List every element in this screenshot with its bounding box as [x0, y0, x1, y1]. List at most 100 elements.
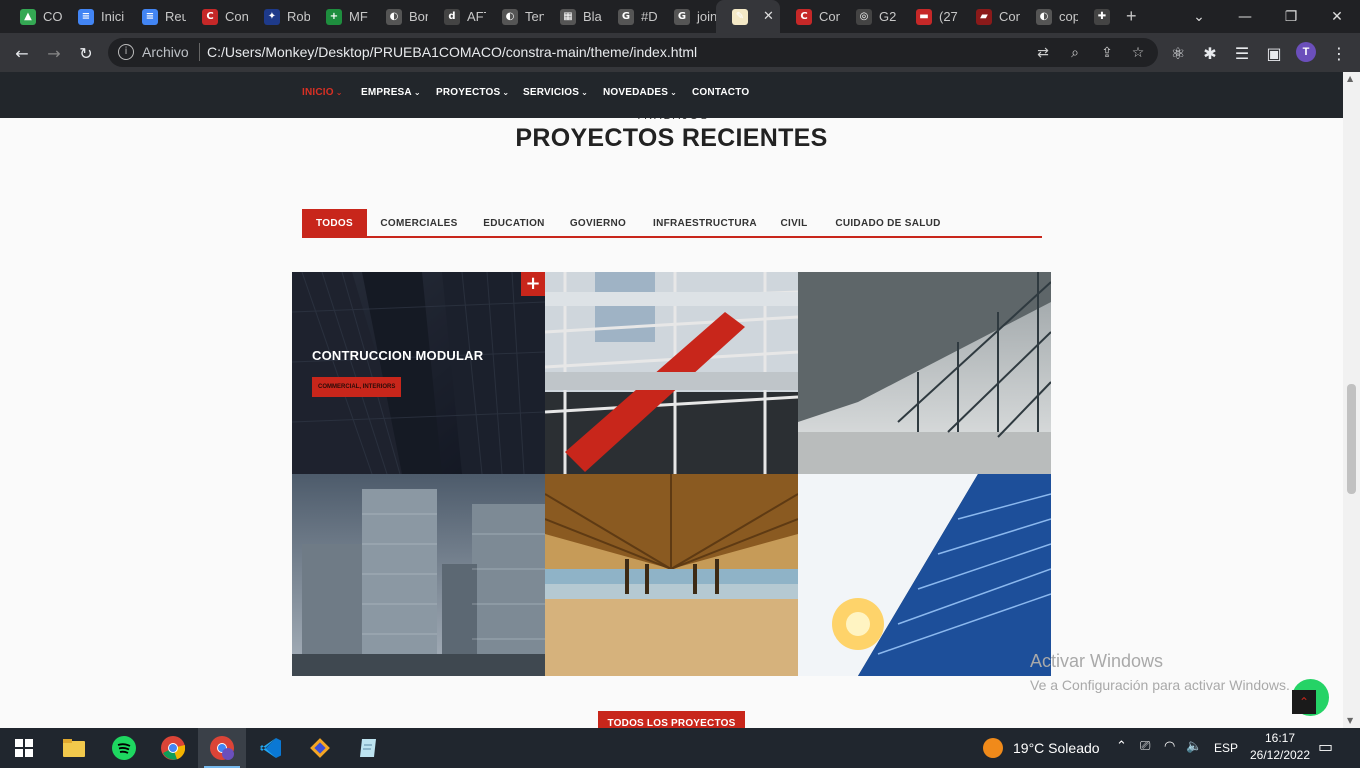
minimize-button[interactable]: ⌄ — [1176, 0, 1222, 33]
browser-tab[interactable]: ◐ cop — [1020, 0, 1078, 33]
folder-icon — [63, 739, 85, 757]
browser-tab[interactable]: ≡ Inici — [62, 0, 126, 33]
scroll-up-icon[interactable]: ▲ — [1347, 74, 1353, 83]
reload-icon: ↻ — [79, 43, 93, 63]
clock-time[interactable]: 16:17 — [1252, 731, 1308, 745]
media-controls-button[interactable]: ☰ — [1228, 39, 1256, 67]
clock-date[interactable]: 26/12/2022 — [1242, 748, 1318, 762]
volume-icon[interactable]: 🔈 — [1186, 739, 1202, 754]
window-restore-button[interactable]: ❐ — [1268, 0, 1314, 33]
windows-activation-title: Activar Windows — [1030, 651, 1164, 671]
nav-item[interactable]: NOVEDADES ⌄ — [603, 87, 677, 98]
nav-item[interactable]: SERVICIOS ⌄ — [523, 87, 588, 98]
tab-title: Bor — [409, 9, 428, 24]
browser-tab[interactable]: Gjoin — [658, 0, 716, 33]
back-to-top-button[interactable]: ⌃ — [1292, 690, 1316, 714]
browser-tab[interactable]: ◐ Bor — [370, 0, 428, 33]
page-scrollbar[interactable]: ▲ ▼ — [1343, 72, 1360, 728]
zoom-icon[interactable]: ⌕ — [1064, 42, 1086, 64]
nav-item[interactable]: PROYECTOS ⌄ — [436, 87, 509, 98]
project-tile[interactable] — [292, 474, 545, 676]
side-panel-button[interactable]: ▣ — [1260, 39, 1288, 67]
tab-title: Bla — [583, 9, 602, 24]
browser-tab-active[interactable]: ✎ ✕ — [716, 0, 780, 33]
back-button[interactable]: ← — [8, 39, 36, 67]
address-url[interactable]: C:/Users/Monkey/Desktop/PRUEBA1COMACO/co… — [207, 44, 697, 60]
browser-tab[interactable]: ◐ Ten — [486, 0, 544, 33]
filter-tab[interactable]: COMERCIALES — [372, 209, 466, 236]
project-title[interactable]: CONTRUCCION MODULAR — [312, 348, 483, 363]
scroll-down-icon[interactable]: ▼ — [1347, 716, 1353, 725]
tab-favicon-icon: ◐ — [502, 8, 518, 25]
reload-button[interactable]: ↻ — [72, 39, 100, 67]
browser-tab[interactable]: ▦ Bla — [544, 0, 602, 33]
browser-tab[interactable]: ≡ Reu — [126, 0, 186, 33]
browser-menu-button[interactable]: ⋮ — [1325, 39, 1353, 67]
browser-tab[interactable]: ▲ CON — [4, 0, 62, 33]
chevron-down-icon: ⌄ — [335, 88, 343, 97]
taskbar-git-app[interactable] — [296, 728, 344, 768]
filter-tab[interactable]: CUIDADO DE SALUD — [826, 209, 950, 236]
language-indicator[interactable]: ESP — [1214, 728, 1238, 768]
share-icon[interactable]: ⇪ — [1096, 42, 1118, 64]
filter-tab[interactable]: CIVIL — [770, 209, 818, 236]
expand-plus-button[interactable]: + — [521, 272, 545, 296]
browser-tab[interactable]: ◎ G2 | — [840, 0, 900, 33]
taskbar-notes-app[interactable] — [345, 728, 393, 768]
browser-tab[interactable]: G #DC — [602, 0, 658, 33]
project-tile[interactable] — [545, 272, 798, 474]
project-tile[interactable] — [545, 474, 798, 676]
project-tile[interactable]: CONTRUCCION MODULAR COMMERCIAL, INTERIOR… — [292, 272, 545, 474]
browser-tab[interactable]: C Con — [780, 0, 840, 33]
forward-button[interactable]: → — [40, 39, 68, 67]
window-close-button[interactable]: ✕ — [1314, 0, 1360, 33]
all-projects-button[interactable]: TODOS LOS PROYECTOS — [598, 711, 745, 728]
browser-tab[interactable]: ▬ (27 — [900, 0, 960, 33]
bookmark-star-icon[interactable]: ☆ — [1127, 42, 1149, 64]
nav-item-label: INICIO — [302, 87, 334, 98]
tab-favicon-icon: C — [202, 8, 218, 25]
translate-icon[interactable]: ⇄ — [1032, 42, 1054, 64]
filter-tab[interactable]: TODOS — [302, 209, 367, 236]
page-viewport: TRABAJOS REALIZADOS INICIO⌄EMPRESA⌄PROYE… — [0, 72, 1343, 728]
window-min-button[interactable]: — — [1222, 0, 1268, 33]
filter-tab[interactable]: GOVIERNO — [562, 209, 634, 236]
browser-tab[interactable]: + MF — [310, 0, 370, 33]
tab-favicon-icon: C — [796, 8, 812, 25]
weather-text[interactable]: 19°C Soleado — [1013, 728, 1100, 768]
start-button[interactable] — [0, 728, 48, 768]
chevron-up-icon[interactable]: ⌃ — [1116, 739, 1127, 754]
meet-now-icon[interactable]: ⎚ — [1140, 739, 1150, 754]
nav-item[interactable]: CONTACTO — [692, 87, 749, 98]
taskbar-chrome[interactable] — [149, 728, 197, 768]
project-tile[interactable] — [798, 272, 1051, 474]
nav-item-label: SERVICIOS — [523, 87, 580, 98]
info-icon[interactable]: i — [118, 44, 134, 60]
extensions-button[interactable]: ✱ — [1196, 39, 1224, 67]
taskbar-vscode[interactable] — [247, 728, 295, 768]
tab-favicon-icon: ◎ — [856, 8, 872, 25]
browser-tab[interactable]: C Con — [186, 0, 248, 33]
filter-tab[interactable]: INFRAESTRUCTURA — [646, 209, 764, 236]
taskbar-spotify[interactable] — [100, 728, 148, 768]
taskbar-chrome-profile[interactable] — [198, 728, 246, 768]
nav-item[interactable]: EMPRESA ⌄ — [361, 87, 421, 98]
react-devtools-extension[interactable]: ⚛ — [1164, 39, 1192, 67]
nav-item[interactable]: INICIO ⌄ — [302, 87, 343, 98]
filter-tab[interactable]: EDUCATION — [472, 209, 556, 236]
profile-avatar[interactable]: T — [1296, 42, 1316, 62]
taskbar-file-explorer[interactable] — [50, 728, 98, 768]
tab-close-icon[interactable]: ✕ — [763, 9, 774, 24]
notification-icon[interactable]: ▭ — [1318, 737, 1333, 756]
address-bar[interactable]: i Archivo C:/Users/Monkey/Desktop/PRUEBA… — [108, 38, 1158, 67]
tab-favicon-icon: ✎ — [732, 8, 748, 25]
scrollbar-thumb[interactable] — [1347, 384, 1356, 494]
tab-title: Con — [819, 9, 840, 24]
browser-tab[interactable]: d AFT — [428, 0, 486, 33]
wifi-icon[interactable]: ◠ — [1164, 739, 1175, 754]
browser-tab[interactable]: ▰ Con — [960, 0, 1020, 33]
project-tile[interactable] — [798, 474, 1051, 676]
tab-title: #DC — [641, 9, 658, 24]
browser-tab[interactable]: ✦ Rob — [248, 0, 310, 33]
new-tab-button[interactable]: + — [1118, 0, 1148, 33]
